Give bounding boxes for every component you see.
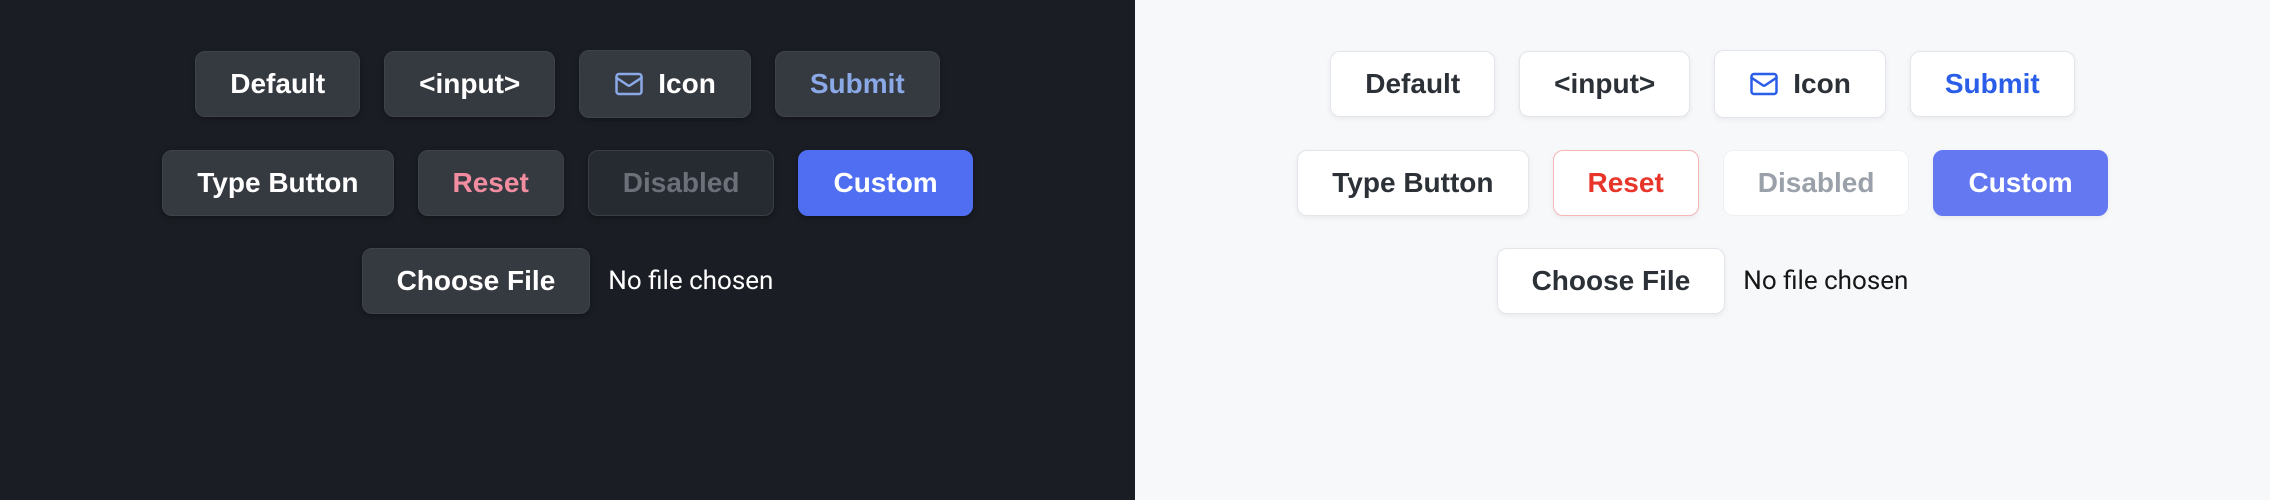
file-input-row: Choose File No file chosen (1497, 248, 1909, 314)
custom-button[interactable]: Custom (1933, 150, 2107, 216)
button-row-2: Type Button Reset Disabled Custom (1297, 150, 2107, 216)
icon-button-label: Icon (1793, 70, 1851, 98)
disabled-button: Disabled (1723, 150, 1910, 216)
submit-button[interactable]: Submit (1910, 51, 2075, 117)
input-button[interactable]: <input> (384, 51, 555, 117)
reset-button[interactable]: Reset (418, 150, 564, 216)
icon-button-label: Icon (658, 70, 716, 98)
file-status-text: No file chosen (608, 266, 773, 296)
input-button[interactable]: <input> (1519, 51, 1690, 117)
light-panel: Default <input> Icon Submit Type Button … (1135, 0, 2270, 500)
choose-file-button[interactable]: Choose File (362, 248, 591, 314)
custom-button[interactable]: Custom (798, 150, 972, 216)
type-button[interactable]: Type Button (162, 150, 393, 216)
envelope-icon (614, 69, 644, 99)
file-input-row: Choose File No file chosen (362, 248, 774, 314)
file-status-text: No file chosen (1743, 266, 1908, 296)
disabled-button: Disabled (588, 150, 775, 216)
submit-button[interactable]: Submit (775, 51, 940, 117)
button-row-1: Default <input> Icon Submit (195, 50, 939, 118)
default-button[interactable]: Default (195, 51, 360, 117)
icon-button[interactable]: Icon (579, 50, 751, 118)
default-button[interactable]: Default (1330, 51, 1495, 117)
type-button[interactable]: Type Button (1297, 150, 1528, 216)
button-row-2: Type Button Reset Disabled Custom (162, 150, 972, 216)
dark-panel: Default <input> Icon Submit Type Button … (0, 0, 1135, 500)
choose-file-button[interactable]: Choose File (1497, 248, 1726, 314)
button-row-1: Default <input> Icon Submit (1330, 50, 2074, 118)
envelope-icon (1749, 69, 1779, 99)
reset-button[interactable]: Reset (1553, 150, 1699, 216)
icon-button[interactable]: Icon (1714, 50, 1886, 118)
